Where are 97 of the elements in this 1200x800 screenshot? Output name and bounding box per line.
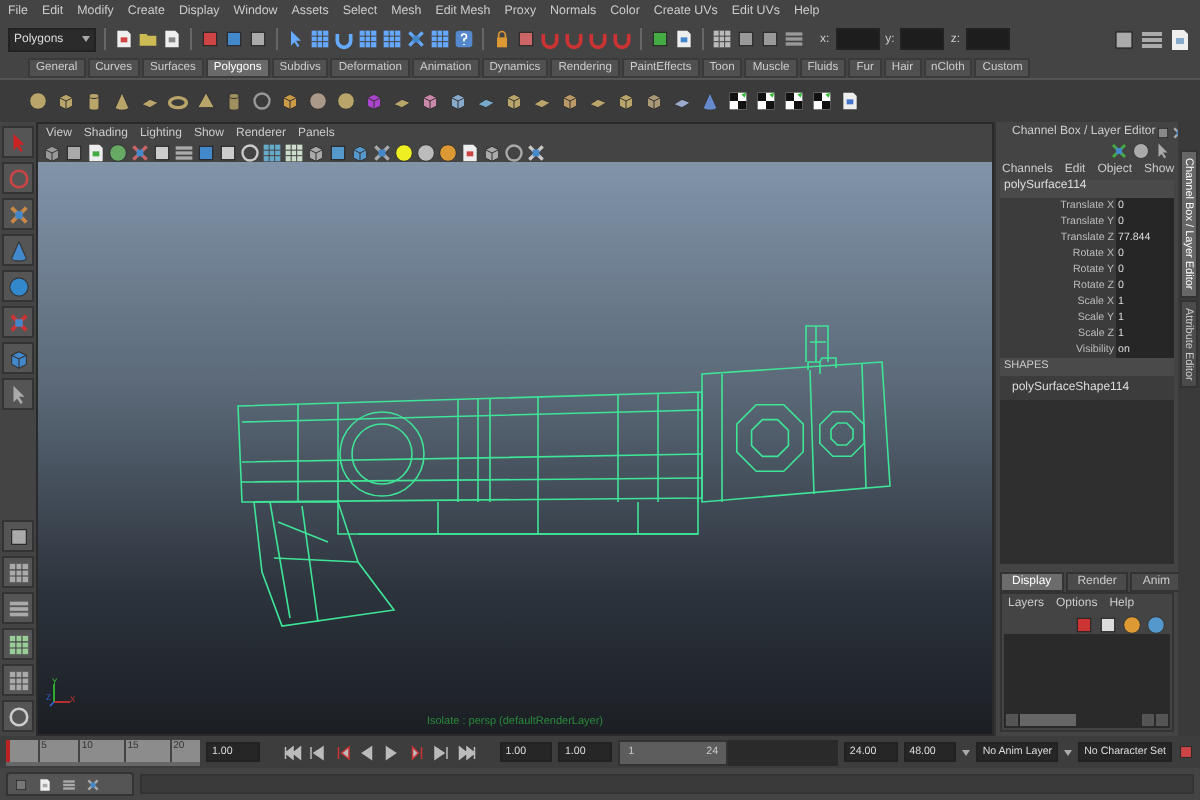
folder-icon[interactable] — [138, 29, 158, 49]
torus-icon[interactable] — [168, 91, 188, 111]
cube-icon[interactable] — [504, 91, 524, 111]
bars-icon — [1140, 27, 1164, 51]
cube-icon[interactable] — [644, 91, 664, 111]
scrollbar[interactable] — [1004, 712, 1170, 728]
grid-icon[interactable] — [262, 142, 282, 162]
cube-icon[interactable] — [448, 91, 468, 111]
cube-icon[interactable] — [364, 91, 384, 111]
document-icon[interactable] — [460, 142, 480, 162]
cube-icon[interactable] — [560, 91, 580, 111]
step-back-key-button[interactable] — [307, 742, 327, 762]
magnet-icon[interactable] — [334, 29, 354, 49]
ring-icon[interactable] — [252, 91, 272, 111]
cone-icon[interactable] — [700, 91, 720, 111]
axis-icon — [1110, 142, 1128, 160]
current-time-marker[interactable] — [6, 739, 10, 761]
skip-to-end-button[interactable] — [457, 742, 477, 762]
document-icon[interactable] — [674, 29, 694, 49]
coordinate-field[interactable] — [835, 28, 880, 50]
play-forward-button[interactable] — [382, 742, 402, 762]
cone-icon[interactable] — [112, 91, 132, 111]
ring-icon[interactable] — [504, 142, 524, 162]
square-icon — [14, 777, 28, 791]
cylinder-icon[interactable] — [84, 91, 104, 111]
sphere-icon[interactable] — [438, 142, 458, 162]
cube-icon[interactable] — [2, 342, 34, 374]
cylinder-icon[interactable] — [224, 91, 244, 111]
document-icon — [38, 777, 52, 791]
close-icon — [86, 777, 100, 791]
document-icon[interactable] — [86, 142, 106, 162]
square-icon[interactable] — [736, 29, 756, 49]
grid-icon[interactable] — [2, 628, 34, 660]
document-icon[interactable] — [114, 29, 134, 49]
square-icon[interactable] — [516, 29, 536, 49]
grid-icon[interactable] — [358, 29, 378, 49]
pyramid-icon[interactable] — [196, 91, 216, 111]
checker-icon[interactable] — [728, 91, 748, 111]
document-icon[interactable] — [162, 29, 182, 49]
grid-icon[interactable] — [284, 142, 304, 162]
checker-icon[interactable] — [756, 91, 776, 111]
cube-icon[interactable] — [350, 142, 370, 162]
sphere-icon[interactable] — [28, 91, 48, 111]
coordinate-field[interactable] — [966, 28, 1011, 50]
square-icon[interactable] — [760, 29, 780, 49]
square-icon[interactable] — [650, 29, 670, 49]
square-icon[interactable] — [152, 142, 172, 162]
lock-icon[interactable] — [492, 29, 512, 49]
square-icon[interactable] — [64, 142, 84, 162]
cross-icon[interactable] — [372, 142, 392, 162]
sphere-icon[interactable] — [394, 142, 414, 162]
bars-icon[interactable] — [174, 142, 194, 162]
square-icon[interactable] — [218, 142, 238, 162]
grid-icon[interactable] — [310, 29, 330, 49]
square-icon[interactable] — [2, 520, 34, 552]
grid-icon[interactable] — [2, 556, 34, 588]
grid-icon[interactable] — [430, 29, 450, 49]
cube-icon[interactable] — [56, 91, 76, 111]
document-icon[interactable] — [840, 91, 860, 111]
cross-icon[interactable] — [2, 306, 34, 338]
bars-icon[interactable] — [784, 29, 804, 49]
step-back-frame-button[interactable] — [332, 742, 352, 762]
ring-icon[interactable] — [2, 700, 34, 732]
bars-icon[interactable] — [2, 592, 34, 624]
scrollbar-thumb[interactable] — [1020, 714, 1076, 726]
cross-icon[interactable] — [406, 29, 426, 49]
grid-icon[interactable] — [382, 29, 402, 49]
sphere-icon — [1132, 142, 1150, 160]
cube-icon[interactable] — [306, 142, 326, 162]
bars-icon — [62, 777, 76, 791]
step-forward-key-button[interactable] — [432, 742, 452, 762]
square-icon[interactable] — [200, 29, 220, 49]
play-backward-button[interactable] — [357, 742, 377, 762]
coordinate-field[interactable] — [900, 28, 945, 50]
square-icon[interactable] — [328, 142, 348, 162]
help-icon[interactable] — [454, 29, 474, 49]
square-icon[interactable] — [248, 29, 268, 49]
cube-icon[interactable] — [280, 91, 300, 111]
cube-icon[interactable] — [482, 142, 502, 162]
cube-icon[interactable] — [616, 91, 636, 111]
arrow-icon[interactable] — [286, 29, 306, 49]
sphere-icon[interactable] — [416, 142, 436, 162]
command-tab[interactable] — [6, 772, 134, 796]
cone-icon[interactable] — [2, 234, 34, 266]
grid-icon[interactable] — [2, 664, 34, 696]
checker-icon[interactable] — [784, 91, 804, 111]
sphere-icon[interactable] — [336, 91, 356, 111]
cube-icon[interactable] — [42, 142, 62, 162]
square-icon[interactable] — [224, 29, 244, 49]
square-icon[interactable] — [196, 142, 216, 162]
step-forward-frame-button[interactable] — [407, 742, 427, 762]
skip-to-start-button[interactable] — [282, 742, 302, 762]
grid-icon[interactable] — [712, 29, 732, 49]
sphere-icon[interactable] — [108, 142, 128, 162]
cube-icon[interactable] — [420, 91, 440, 111]
sphere-icon[interactable] — [308, 91, 328, 111]
checker-icon[interactable] — [812, 91, 832, 111]
